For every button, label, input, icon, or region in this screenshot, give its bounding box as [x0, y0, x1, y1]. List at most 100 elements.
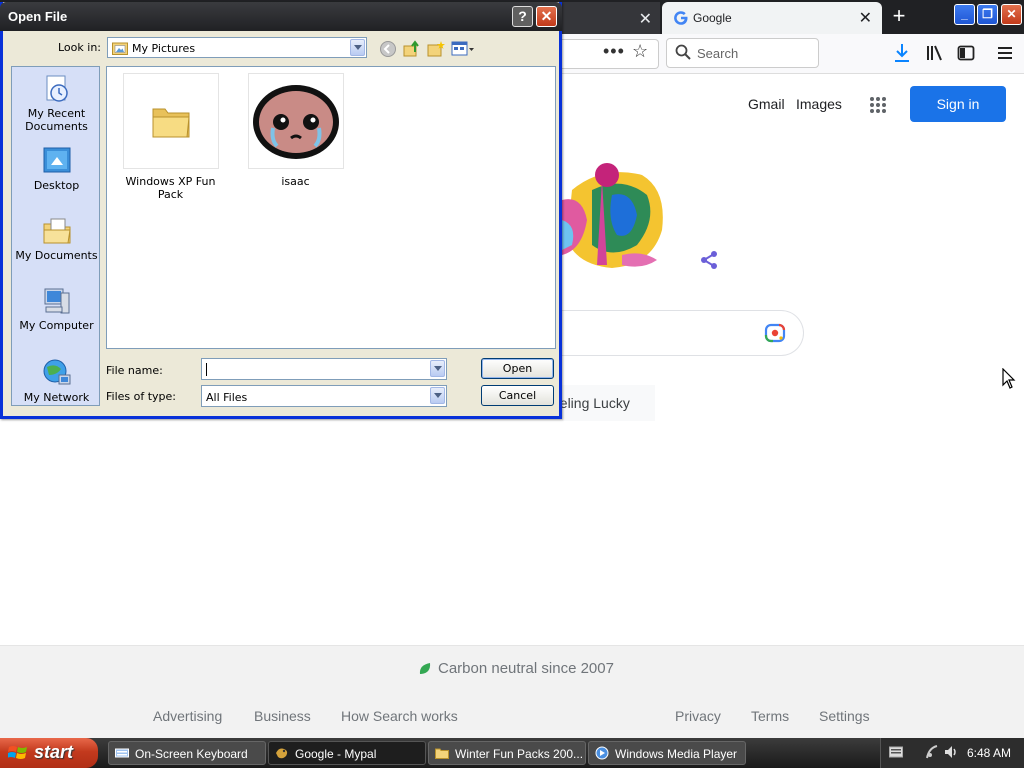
sidebar-icon[interactable] [957, 44, 975, 62]
footer-link-settings[interactable]: Settings [819, 708, 870, 724]
chevron-down-icon[interactable] [430, 360, 445, 377]
tab-close-icon[interactable]: ✕ [859, 8, 872, 28]
search-input[interactable]: Search [666, 38, 819, 68]
view-menu-icon[interactable] [451, 40, 475, 58]
dialog-close-button[interactable]: ✕ [536, 6, 557, 27]
carbon-neutral-notice[interactable]: Carbon neutral since 2007 [418, 660, 614, 677]
file-item-isaac[interactable]: isaac [238, 73, 353, 188]
place-label: My Recent Documents [25, 107, 88, 133]
gmail-link[interactable]: Gmail [748, 96, 785, 112]
search-placeholder: Search [697, 46, 739, 61]
folder-icon [435, 748, 449, 759]
task-winter-fun-packs[interactable]: Winter Fun Packs 200... [428, 741, 586, 765]
start-label: start [34, 742, 74, 762]
my-pictures-icon [112, 42, 128, 55]
task-label: Google - Mypal [295, 747, 377, 761]
isaac-thumbnail [247, 73, 344, 169]
new-tab-button[interactable]: + [886, 4, 912, 30]
google-lens-icon[interactable] [764, 323, 786, 343]
keyboard-icon [115, 748, 129, 758]
task-on-screen-keyboard[interactable]: On-Screen Keyboard [108, 741, 266, 765]
search-icon [675, 44, 691, 60]
folder-thumbnail [122, 73, 219, 169]
network-tray-icon[interactable] [925, 744, 941, 760]
chevron-down-icon[interactable] [430, 387, 445, 404]
windows-flag-icon [8, 746, 27, 759]
my-documents-icon [43, 218, 71, 244]
dialog-title: Open File [8, 9, 68, 24]
sign-in-button[interactable]: Sign in [910, 86, 1006, 122]
open-button[interactable]: Open [481, 358, 554, 379]
images-link[interactable]: Images [796, 96, 842, 112]
task-windows-media-player[interactable]: Windows Media Player [588, 741, 746, 765]
open-file-dialog: Open File ? ✕ Look in: My Pictures My Re… [0, 2, 562, 419]
place-my-recent-documents[interactable]: My Recent Documents [12, 73, 101, 133]
task-label: On-Screen Keyboard [135, 747, 248, 761]
look-in-value: My Pictures [132, 42, 196, 55]
help-button[interactable]: ? [512, 6, 533, 27]
feeling-lucky-label: eeling Lucky [552, 395, 630, 411]
tab-google[interactable]: Google ✕ [662, 2, 882, 34]
volume-tray-icon[interactable] [943, 744, 959, 760]
carbon-neutral-text: Carbon neutral since 2007 [438, 660, 614, 677]
google-doodle-image[interactable] [562, 160, 667, 275]
files-of-type-select[interactable]: All Files [201, 385, 447, 407]
folder-icon [152, 108, 190, 138]
leaf-icon [419, 662, 431, 674]
recent-documents-icon [46, 75, 68, 102]
footer-link-privacy[interactable]: Privacy [675, 708, 721, 724]
feeling-lucky-button[interactable]: eeling Lucky [552, 385, 655, 421]
taskbar: start On-Screen Keyboard Google - Mypal … [0, 738, 1024, 768]
mouse-cursor-icon [1002, 368, 1016, 389]
keyboard-tray-icon[interactable] [889, 746, 903, 758]
text-caret [206, 363, 207, 376]
task-label: Windows Media Player [615, 747, 738, 761]
footer-link-terms[interactable]: Terms [751, 708, 789, 724]
place-label: Desktop [33, 179, 80, 192]
mypal-icon [276, 748, 288, 759]
tab-previous[interactable]: ✕ [562, 2, 660, 34]
bookmark-star-icon[interactable]: ☆ [632, 41, 648, 62]
restore-button[interactable]: ❐ [977, 4, 998, 25]
tab-close-icon[interactable]: ✕ [639, 9, 652, 29]
desktop-icon [43, 147, 70, 173]
window-close-button[interactable]: ✕ [1001, 4, 1022, 25]
tab-label: Google [693, 11, 732, 25]
google-apps-icon[interactable] [869, 96, 887, 114]
dialog-title-bar[interactable]: Open File ? ✕ [0, 2, 562, 31]
task-label: Winter Fun Packs 200... [455, 747, 584, 761]
files-of-type-value: All Files [206, 391, 248, 404]
place-my-computer[interactable]: My Computer [12, 285, 101, 332]
look-in-select[interactable]: My Pictures [107, 37, 367, 58]
task-google-mypal[interactable]: Google - Mypal [268, 741, 426, 765]
clock: 6:48 AM [967, 746, 1012, 760]
back-icon[interactable] [379, 40, 397, 58]
hamburger-menu-icon[interactable] [996, 44, 1014, 62]
file-item-folder[interactable]: Windows XP Fun Pack [113, 73, 228, 201]
start-button[interactable]: start [0, 738, 98, 768]
place-my-documents[interactable]: My Documents [12, 215, 101, 262]
library-icon[interactable] [925, 44, 943, 62]
my-network-icon [43, 359, 70, 385]
chevron-down-icon[interactable] [350, 39, 365, 56]
file-list[interactable]: Windows XP Fun Pack isaac [106, 66, 556, 349]
place-label: My Documents [15, 249, 98, 262]
footer-link-business[interactable]: Business [254, 708, 311, 724]
place-my-network[interactable]: My Network [12, 357, 101, 404]
share-icon[interactable] [699, 250, 719, 270]
up-folder-icon[interactable] [403, 40, 421, 58]
files-of-type-label: Files of type: [106, 390, 177, 403]
cancel-button[interactable]: Cancel [481, 385, 554, 406]
download-icon[interactable] [893, 43, 911, 63]
page-actions-icon[interactable]: ••• [603, 41, 625, 62]
new-folder-icon[interactable] [427, 40, 445, 58]
place-label: My Computer [19, 319, 94, 332]
footer-link-how-search-works[interactable]: How Search works [341, 708, 458, 724]
file-name-input[interactable] [201, 358, 447, 380]
minimize-button[interactable]: _ [954, 4, 975, 25]
place-desktop[interactable]: Desktop [12, 145, 101, 192]
my-computer-icon [44, 288, 69, 314]
footer-link-advertising[interactable]: Advertising [153, 708, 222, 724]
file-name: isaac [281, 175, 310, 188]
media-player-icon [595, 746, 609, 760]
